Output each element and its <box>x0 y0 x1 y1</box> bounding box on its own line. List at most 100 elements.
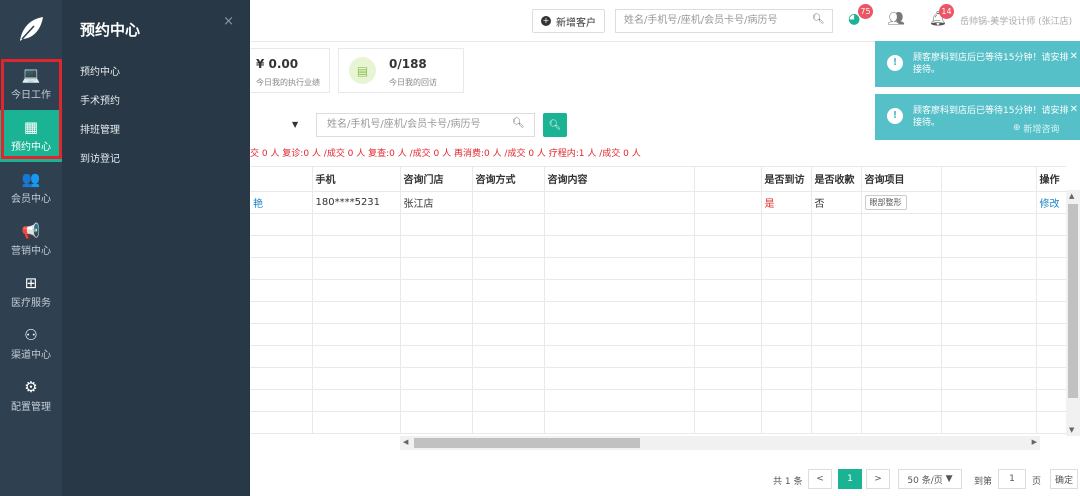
pager-confirm-button[interactable]: 确定 <box>1050 469 1078 489</box>
sidebar-item-today-work[interactable]: 💻 今日工作 <box>0 58 62 110</box>
empty-table-row <box>250 279 1066 302</box>
empty-cell <box>312 279 401 302</box>
empty-cell <box>694 345 762 368</box>
close-icon[interactable]: ✕ <box>1070 51 1078 62</box>
horizontal-scrollbar[interactable]: ◀ ▶ <box>400 436 1040 450</box>
empty-cell <box>761 257 812 280</box>
stat-value: 0/188 <box>389 57 427 71</box>
empty-cell <box>941 389 1037 412</box>
vertical-scrollbar[interactable]: ▲ ▼ <box>1066 190 1080 436</box>
edit-link[interactable]: 修改 <box>1036 191 1066 214</box>
search-button[interactable]: 🔍︎ <box>543 113 567 137</box>
empty-cell <box>811 301 862 324</box>
pager-next-button[interactable]: > <box>866 469 890 489</box>
empty-cell <box>861 367 942 390</box>
empty-cell <box>250 257 313 280</box>
empty-cell <box>400 213 473 236</box>
empty-cell <box>1036 389 1066 412</box>
scrollbar-thumb[interactable] <box>1068 204 1078 398</box>
select-dropdown-arrow[interactable]: ▼ <box>292 120 298 129</box>
scroll-right-icon[interactable]: ▶ <box>1032 438 1037 446</box>
empty-cell <box>1036 323 1066 346</box>
submenu-item-appointment-center[interactable]: 预约中心 <box>62 58 250 87</box>
empty-cell <box>250 213 313 236</box>
scroll-down-icon[interactable]: ▼ <box>1069 426 1074 434</box>
scroll-up-icon[interactable]: ▲ <box>1069 192 1074 200</box>
sidebar-item-appointment-center[interactable]: ▦ 预约中心 <box>0 110 62 162</box>
scrollbar-thumb[interactable] <box>414 438 640 448</box>
plus-circle-icon: + <box>541 16 551 26</box>
empty-cell <box>1036 235 1066 258</box>
sidebar-item-config-management[interactable]: ⚙ 配置管理 <box>0 370 62 422</box>
empty-cell <box>941 257 1037 280</box>
table-row[interactable]: 艳 180****5231 张江店 是 否 眼部整形 修改 <box>250 191 1066 214</box>
empty-cell <box>312 323 401 346</box>
wechat-badge: 75 <box>858 4 873 19</box>
empty-cell <box>811 411 862 434</box>
empty-table-row <box>250 235 1066 258</box>
empty-table-row <box>250 367 1066 390</box>
empty-cell <box>861 389 942 412</box>
user-name[interactable]: 岳帅锅-美学设计师 (张江店) <box>960 14 1072 27</box>
column-header: 咨询门店 <box>400 167 473 192</box>
empty-cell <box>811 235 862 258</box>
empty-cell <box>250 389 313 412</box>
empty-cell <box>1036 301 1066 324</box>
sidebar-item-label: 今日工作 <box>11 89 51 101</box>
page-size-select[interactable]: 50 条/页 ▼ <box>898 469 962 489</box>
sidebar-item-medical-service[interactable]: ⊞ 医疗服务 <box>0 266 62 318</box>
top-search-input[interactable]: 姓名/手机号/座机/会员卡号/病历号 <box>615 9 833 33</box>
gear-icon: ⚙ <box>24 377 38 396</box>
column-header <box>250 167 313 192</box>
comment-icon: ▤ <box>349 57 376 84</box>
scroll-left-icon[interactable]: ◀ <box>403 438 408 446</box>
empty-cell <box>861 257 942 280</box>
empty-cell <box>544 213 695 236</box>
empty-cell <box>694 411 762 434</box>
table-header: 手机 咨询门店 咨询方式 咨询内容 是否到访 是否收款 咨询项目 操作 <box>250 167 1066 192</box>
pager-prev-button[interactable]: < <box>808 469 832 489</box>
sidebar-item-marketing-center[interactable]: 📢 营销中心 <box>0 214 62 266</box>
search-icon[interactable]: 🔍︎ <box>812 14 825 25</box>
sidebar-item-channel-center[interactable]: ⚇ 渠道中心 <box>0 318 62 370</box>
pager-goto-input[interactable]: 1 <box>998 469 1026 489</box>
empty-cell <box>941 301 1037 324</box>
stat-value: ¥ 0.00 <box>256 57 299 71</box>
empty-cell <box>312 235 401 258</box>
empty-cell <box>312 213 401 236</box>
contacts-icon[interactable]: 👥︎ <box>887 11 905 27</box>
empty-cell <box>250 323 313 346</box>
search-icon: 🔍︎ <box>512 118 525 129</box>
empty-cell <box>400 367 473 390</box>
empty-cell <box>761 301 812 324</box>
empty-table-row <box>250 213 1066 236</box>
submenu-item-visit-registration[interactable]: 到访登记 <box>62 145 250 174</box>
empty-cell <box>811 389 862 412</box>
close-icon[interactable]: ✕ <box>1070 104 1078 115</box>
visited-cell: 是 <box>761 191 812 214</box>
pager-page-1[interactable]: 1 <box>838 469 862 489</box>
add-consultation-button[interactable]: ⊕ 新增咨询 <box>1005 117 1080 139</box>
submenu-item-schedule-management[interactable]: 排班管理 <box>62 116 250 145</box>
close-icon[interactable]: × <box>223 14 234 29</box>
empty-cell <box>472 279 545 302</box>
empty-cell <box>941 213 1037 236</box>
plus-circle-icon: ⊕ <box>1013 123 1021 133</box>
customer-name-link[interactable]: 艳 <box>250 191 313 214</box>
submenu-item-surgery-appointment[interactable]: 手术预约 <box>62 87 250 116</box>
empty-cell <box>761 389 812 412</box>
empty-cell <box>472 257 545 280</box>
pager-total: 共 1 条 <box>773 476 803 487</box>
app-logo[interactable] <box>0 0 62 58</box>
toast-notification[interactable]: ! 顾客廖科到店后已等待15分钟！请安排接待。 ✕ <box>875 41 1080 87</box>
empty-cell <box>694 389 762 412</box>
empty-cell <box>312 301 401 324</box>
filter-search-input[interactable]: 姓名/手机号/座机/会员卡号/病历号 <box>316 113 535 137</box>
empty-cell <box>250 411 313 434</box>
add-customer-button[interactable]: + 新增客户 <box>532 9 605 33</box>
sidebar-item-member-center[interactable]: 👥 会员中心 <box>0 162 62 214</box>
submenu-title: 预约中心 <box>80 20 141 39</box>
empty-table-row <box>250 411 1066 434</box>
empty-cell <box>861 345 942 368</box>
medkit-icon: ⊞ <box>24 273 38 292</box>
